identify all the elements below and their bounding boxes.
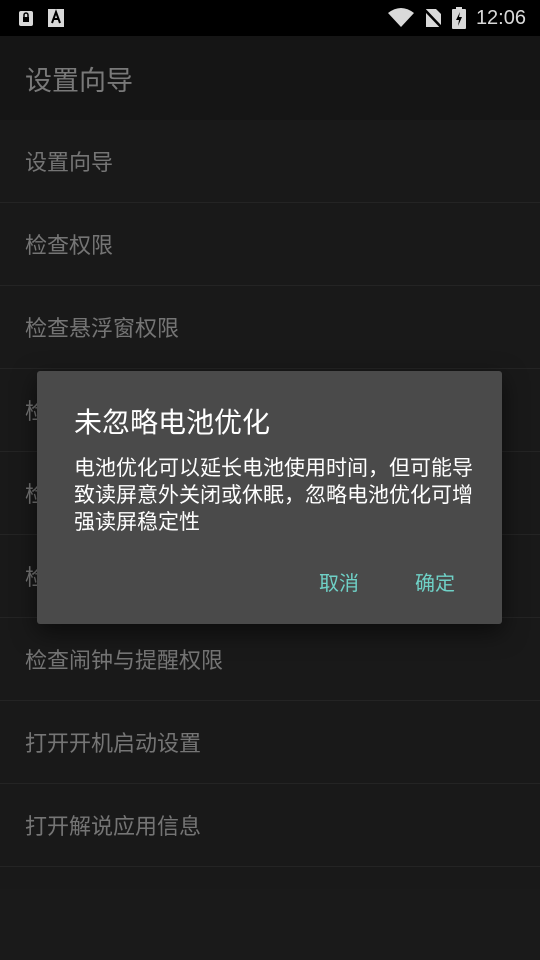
confirm-button[interactable]: 确定 (415, 567, 455, 596)
battery-optimization-dialog: 未忽略电池优化 电池优化可以延长电池使用时间，但可能导致读屏意外关闭或休眠，忽略… (37, 371, 502, 624)
dialog-title: 未忽略电池优化 (74, 406, 271, 439)
dialog-message: 电池优化可以延长电池使用时间，但可能导致读屏意外关闭或休眠，忽略电池优化可增强读… (74, 456, 473, 534)
cancel-button[interactable]: 取消 (319, 567, 359, 596)
